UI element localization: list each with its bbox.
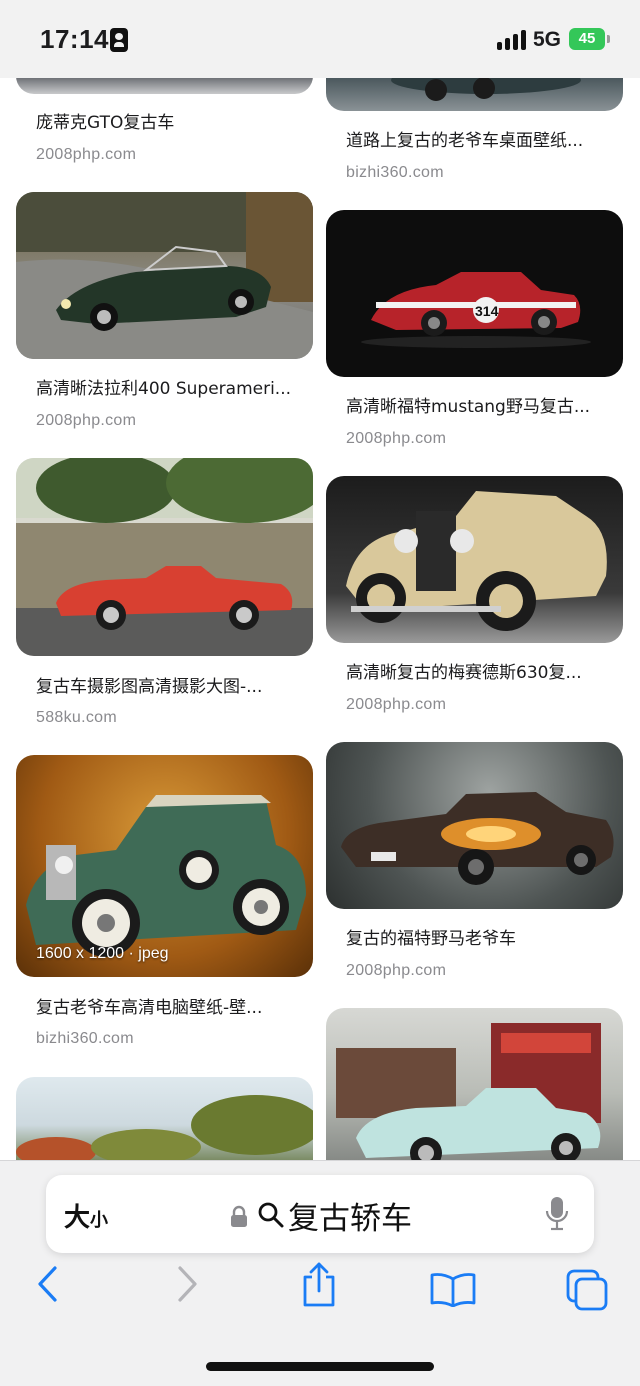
result-title[interactable]: 复古老爷车高清电脑壁纸-壁... [36,993,262,1018]
status-time: 17:14 [40,24,109,54]
share-icon[interactable] [300,1261,338,1309]
result-source[interactable]: 2008php.com [346,962,446,980]
car-photo [26,795,306,957]
microphone-icon[interactable] [544,1195,570,1233]
result-image-red-convertible[interactable] [16,458,313,656]
text-size-small: 小 [90,1210,109,1231]
image-results-grid: 庞蒂克GTO复古车 2008php.com 道路上复古的老爷车桌面壁纸... b… [0,0,640,1160]
result-source[interactable]: 2008php.com [346,430,446,448]
status-bar: 17:14 5G 45 [0,0,640,78]
car-photo [16,458,313,656]
safari-toolbar: 大小 复古轿车 [0,1160,640,1386]
battery-icon: 45 [569,28,610,50]
back-icon[interactable] [36,1265,60,1305]
focus-icon [110,28,128,52]
result-title[interactable]: 道路上复古的老爷车桌面壁纸... [346,126,583,151]
result-title[interactable]: 高清晰复古的梅赛德斯630复... [346,658,582,683]
result-source[interactable]: 2008php.com [346,696,446,714]
car-photo [346,491,607,631]
signal-icon [497,30,527,50]
network-label: 5G [533,28,562,51]
result-title[interactable]: 复古的福特野马老爷车 [346,924,516,949]
text-size-button[interactable]: 大小 [64,1197,108,1234]
home-indicator [206,1362,434,1371]
result-title[interactable]: 庞蒂克GTO复古车 [36,108,174,133]
search-icon [258,1202,284,1228]
result-image-mustang-brown[interactable] [326,742,623,909]
result-title[interactable]: 高清晰法拉利400 Superameri... [36,374,291,399]
car-photo [336,1023,601,1160]
text-size-big: 大 [64,1203,91,1233]
result-image-mustang-red[interactable]: 314 [326,210,623,377]
result-source[interactable]: 2008php.com [36,412,136,430]
result-source[interactable]: 588ku.com [36,709,117,727]
result-image-trees[interactable] [16,1077,313,1160]
lock-icon [231,1205,247,1227]
result-title[interactable]: 高清晰福特mustang野马复古... [346,392,590,417]
search-query[interactable]: 复古轿车 [288,1193,412,1238]
result-source[interactable]: 2008php.com [36,146,136,164]
result-source[interactable]: bizhi360.com [346,164,444,182]
result-title[interactable]: 复古车摄影图高清摄影大图-... [36,672,262,697]
address-bar[interactable]: 大小 复古轿车 [46,1175,594,1253]
bookmarks-icon[interactable] [430,1271,476,1307]
forward-icon[interactable] [175,1265,199,1305]
result-source[interactable]: bizhi360.com [36,1030,134,1048]
result-image-green-classic[interactable]: 1600 x 1200 · jpeg [16,755,313,977]
result-image-mercedes-630[interactable] [326,476,623,643]
car-photo [341,792,614,885]
tabs-icon[interactable] [566,1269,610,1313]
car-photo: 314 [361,272,591,348]
car-photo [16,1095,313,1160]
result-image-corvette-diner[interactable] [326,1008,623,1160]
car-photo [16,192,313,359]
svg-text:314: 314 [475,303,499,319]
image-meta-label: 1600 x 1200 · jpeg [36,945,169,962]
result-image-ferrari-400[interactable] [16,192,313,359]
